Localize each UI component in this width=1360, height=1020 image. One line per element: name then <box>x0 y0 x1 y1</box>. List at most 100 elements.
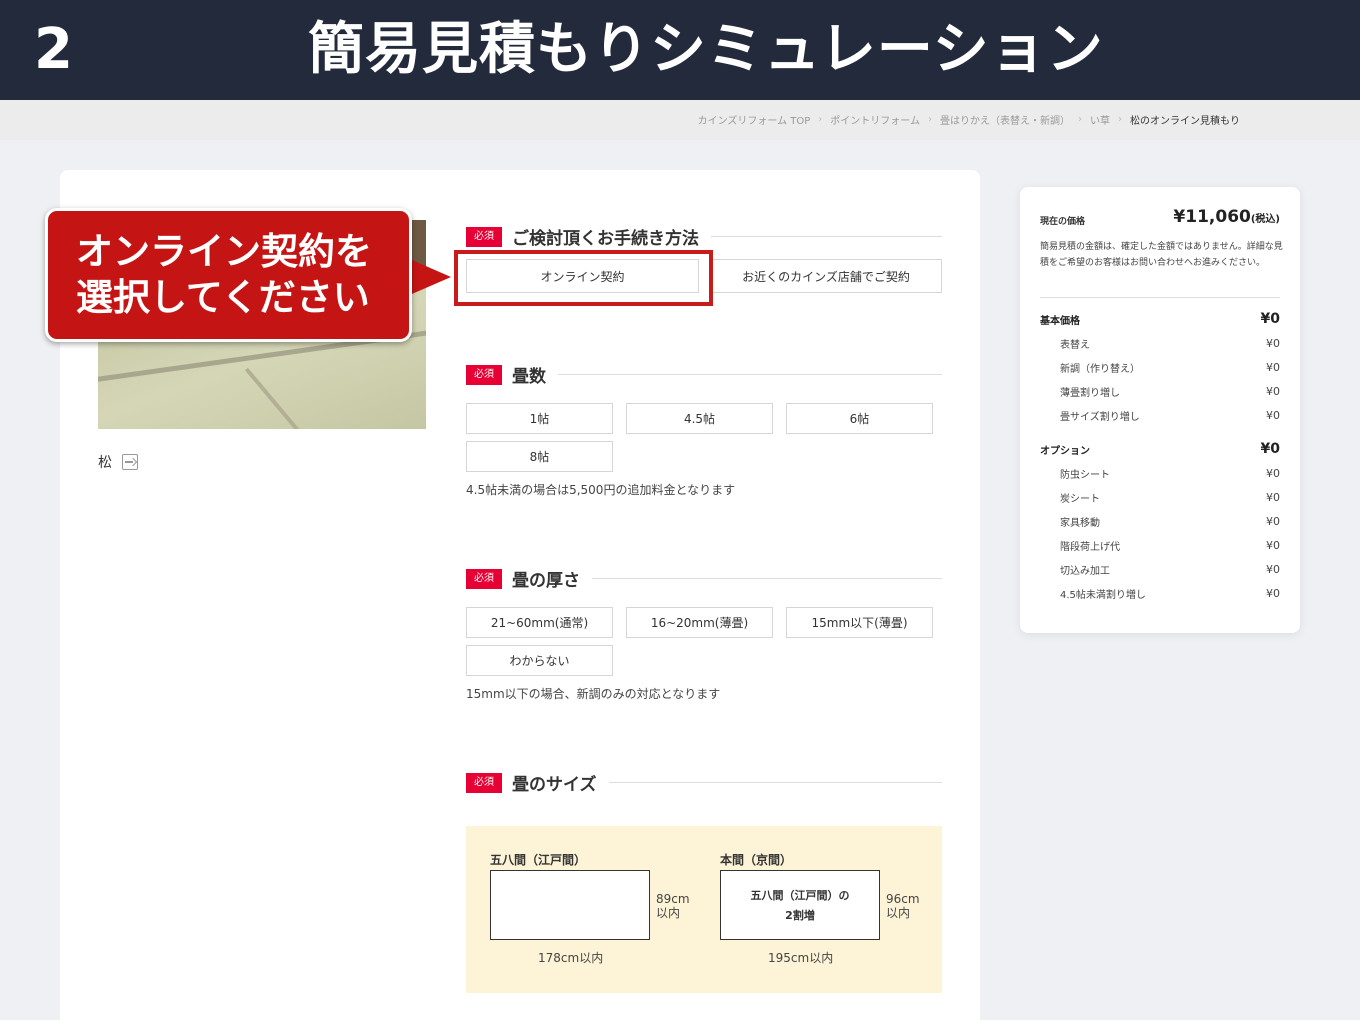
size-edo-option[interactable] <box>490 870 650 940</box>
step-number: 2 <box>34 17 73 82</box>
required-badge: 必須 <box>466 568 502 589</box>
size-kyo-height: 96cm 以内 <box>886 892 926 920</box>
banner-title: 簡易見積もりシミュレーション <box>308 17 1104 82</box>
price-line-item: 薄畳割り増し ¥0 <box>1040 384 1280 399</box>
option-thickness-thin[interactable]: 16~20mm(薄畳) <box>626 607 773 638</box>
product-name-row: 松 <box>98 452 138 472</box>
section-divider <box>592 578 942 579</box>
section-divider <box>608 782 942 783</box>
category-value: ¥0 <box>1260 441 1280 457</box>
size-kyo-inner-text: 五八間（江戸間）の <box>750 889 850 902</box>
size-kyo-option[interactable]: 五八間（江戸間）の 2割増 <box>720 870 880 940</box>
breadcrumb: カインズリフォーム TOP › ポイントリフォーム › 畳はりかえ（表替え・新調… <box>698 112 1240 127</box>
item-value: ¥0 <box>1266 361 1280 374</box>
section-size-header: 必須 畳のサイズ <box>466 770 942 795</box>
option-count-4-5[interactable]: 4.5帖 <box>626 403 773 434</box>
item-value: ¥0 <box>1266 539 1280 552</box>
item-value: ¥0 <box>1266 563 1280 576</box>
required-badge: 必須 <box>466 226 502 247</box>
current-price: ¥11,060(税込) <box>1173 207 1280 227</box>
category-name: オプション <box>1040 445 1090 457</box>
item-name: 防虫シート <box>1060 470 1110 481</box>
item-name: 薄畳割り増し <box>1060 388 1120 399</box>
option-thickness-very-thin[interactable]: 15mm以下(薄畳) <box>786 607 933 638</box>
price-category-options: オプション ¥0 <box>1040 441 1280 457</box>
size-edo-height: 89cm 以内 <box>656 892 696 920</box>
item-name: 表替え <box>1060 340 1090 351</box>
price-value: ¥11,060 <box>1173 207 1251 227</box>
chevron-right-icon: › <box>928 114 932 125</box>
section-title: ご検討頂くお手続き方法 <box>512 229 699 249</box>
section-title: 畳の厚さ <box>512 571 580 591</box>
item-name: 4.5帖未満割り増し <box>1060 590 1146 601</box>
height-value: 96cm <box>886 892 920 906</box>
enter-icon[interactable] <box>122 454 138 470</box>
option-count-8[interactable]: 8帖 <box>466 441 613 472</box>
price-summary-card: 現在の価格 ¥11,060(税込) 簡易見積の金額は、確定した金額ではありません… <box>1020 187 1300 633</box>
section-procedure-header: 必須 ご検討頂くお手続き方法 <box>466 224 942 249</box>
price-line-item: 切込み加工 ¥0 <box>1040 562 1280 577</box>
item-value: ¥0 <box>1266 515 1280 528</box>
item-name: 階段荷上げ代 <box>1060 542 1120 553</box>
item-value: ¥0 <box>1266 337 1280 350</box>
option-count-1[interactable]: 1帖 <box>466 403 613 434</box>
section-divider <box>711 236 942 237</box>
price-line-item: 家具移動 ¥0 <box>1040 514 1280 529</box>
instruction-callout: オンライン契約を 選択してください <box>45 208 412 342</box>
callout-text: オンライン契約を 選択してください <box>76 229 372 321</box>
chevron-right-icon: › <box>1078 114 1082 125</box>
thickness-note: 15mm以下の場合、新調のみの対応となります <box>466 687 721 701</box>
category-name: 基本価格 <box>1040 315 1080 327</box>
option-thickness-normal[interactable]: 21~60mm(通常) <box>466 607 613 638</box>
price-line-item: 階段荷上げ代 ¥0 <box>1040 538 1280 553</box>
section-divider <box>558 374 942 375</box>
option-count-6[interactable]: 6帖 <box>786 403 933 434</box>
height-value: 89cm <box>656 892 690 906</box>
option-thickness-unknown[interactable]: わからない <box>466 645 613 676</box>
height-unit: 以内 <box>656 906 681 920</box>
item-value: ¥0 <box>1266 409 1280 422</box>
callout-line: 選択してください <box>76 276 370 319</box>
height-unit: 以内 <box>886 906 911 920</box>
breadcrumb-item[interactable]: 畳はりかえ（表替え・新調） <box>940 112 1070 127</box>
section-thickness-header: 必須 畳の厚さ <box>466 566 942 591</box>
price-line-item: 表替え ¥0 <box>1040 336 1280 351</box>
option-store-contract[interactable]: お近くのカインズ店舗でご契約 <box>710 259 942 293</box>
size-kyo-label: 本間（京間） <box>720 853 793 867</box>
top-banner: 2 簡易見積もりシミュレーション <box>0 0 1360 100</box>
breadcrumb-item[interactable]: い草 <box>1090 112 1110 127</box>
item-value: ¥0 <box>1266 385 1280 398</box>
size-kyo-inner-text: 2割増 <box>785 909 815 922</box>
breadcrumb-bar: カインズリフォーム TOP › ポイントリフォーム › 畳はりかえ（表替え・新調… <box>0 100 1360 140</box>
section-title: 畳のサイズ <box>512 775 597 795</box>
price-category-basic: 基本価格 ¥0 <box>1040 311 1280 327</box>
chevron-right-icon: › <box>1118 114 1122 125</box>
breadcrumb-item[interactable]: ポイントリフォーム <box>830 112 920 127</box>
price-line-item: 炭シート ¥0 <box>1040 490 1280 505</box>
section-title: 畳数 <box>512 367 546 387</box>
item-value: ¥0 <box>1266 587 1280 600</box>
callout-line: オンライン契約を <box>76 230 372 273</box>
divider <box>1040 297 1280 298</box>
item-name: 新調（作り替え） <box>1060 364 1140 375</box>
required-badge: 必須 <box>466 364 502 385</box>
breadcrumb-item[interactable]: カインズリフォーム TOP <box>698 112 811 127</box>
item-value: ¥0 <box>1266 467 1280 480</box>
item-name: 家具移動 <box>1060 518 1100 529</box>
item-name: 炭シート <box>1060 494 1100 505</box>
price-line-item: 防虫シート ¥0 <box>1040 466 1280 481</box>
current-price-label: 現在の価格 <box>1040 217 1086 227</box>
tax-label: (税込) <box>1250 214 1280 225</box>
size-edo-label: 五八間（江戸間） <box>490 853 587 867</box>
price-line-item: 4.5帖未満割り増し ¥0 <box>1040 586 1280 601</box>
price-line-item: 新調（作り替え） ¥0 <box>1040 360 1280 375</box>
item-name: 切込み加工 <box>1060 566 1110 577</box>
breadcrumb-current: 松のオンライン見積もり <box>1130 116 1240 127</box>
tatami-seam <box>244 367 326 429</box>
size-kyo-width: 195cm以内 <box>768 951 834 965</box>
product-name: 松 <box>98 455 112 471</box>
count-note: 4.5帖未満の場合は5,500円の追加料金となります <box>466 483 736 497</box>
category-value: ¥0 <box>1260 311 1280 327</box>
highlight-frame <box>454 250 713 306</box>
chevron-right-icon: › <box>818 114 823 125</box>
